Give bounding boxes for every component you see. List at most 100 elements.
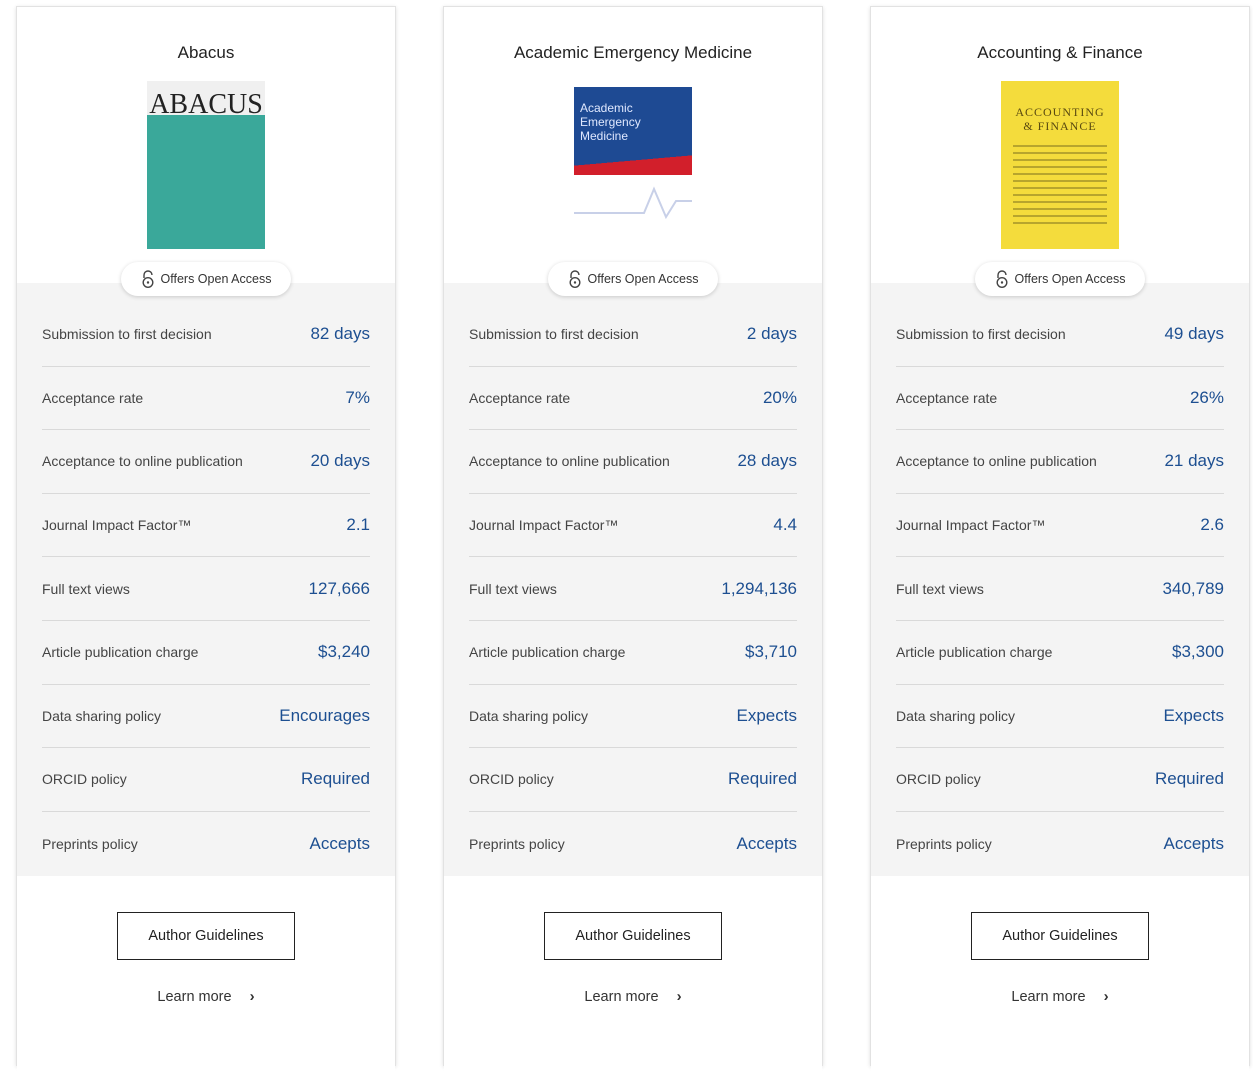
metrics-list: Submission to first decision 49 days Acce… bbox=[871, 283, 1249, 876]
journal-cover-image[interactable]: ACCOUNTING & FINANCE bbox=[1001, 81, 1119, 249]
card-header: Academic Emergency Medicine Academic Eme… bbox=[444, 7, 822, 296]
cover-masthead: ABACUS bbox=[149, 89, 263, 120]
card-footer: Author Guidelines Learn more › bbox=[871, 876, 1249, 1076]
metric-value: 1,294,136 bbox=[721, 578, 797, 598]
cover-masthead: ACCOUNTING & FINANCE bbox=[1015, 105, 1105, 133]
metric-row: Journal Impact Factor™ 2.1 bbox=[42, 494, 370, 558]
metric-value: Accepts bbox=[309, 833, 370, 853]
card-header: Abacus ABACUS Offers Open Access bbox=[17, 7, 395, 296]
card-header: Accounting & Finance ACCOUNTING & FINANC… bbox=[871, 7, 1249, 296]
metric-value: $3,300 bbox=[1172, 642, 1224, 662]
metric-value: 49 days bbox=[1164, 324, 1224, 344]
journal-card-accounting-finance: Accounting & Finance ACCOUNTING & FINANC… bbox=[870, 6, 1250, 1076]
metric-value: Accepts bbox=[1163, 833, 1224, 853]
chevron-right-icon: › bbox=[249, 988, 255, 1005]
unlock-icon bbox=[142, 270, 154, 288]
chevron-right-icon: › bbox=[1103, 988, 1109, 1005]
metric-row: Submission to first decision 49 days bbox=[896, 303, 1224, 367]
metric-row: Preprints policy Accepts bbox=[469, 812, 797, 876]
metric-label: Full text views bbox=[469, 580, 557, 597]
metric-value: 21 days bbox=[1164, 451, 1224, 471]
author-guidelines-button[interactable]: Author Guidelines bbox=[544, 912, 722, 960]
metric-row: Full text views 127,666 bbox=[42, 557, 370, 621]
cover-band: Academic Emergency Medicine bbox=[574, 87, 692, 175]
card-footer: Author Guidelines Learn more › bbox=[17, 876, 395, 1076]
unlock-icon bbox=[996, 270, 1008, 288]
metric-value: 28 days bbox=[737, 451, 797, 471]
metric-row: Acceptance rate 20% bbox=[469, 367, 797, 431]
metric-label: ORCID policy bbox=[896, 771, 981, 788]
metric-label: Submission to first decision bbox=[469, 326, 639, 343]
metric-row: Acceptance rate 26% bbox=[896, 367, 1224, 431]
metric-value: Required bbox=[1155, 769, 1224, 789]
metric-value: Expects bbox=[1163, 705, 1224, 725]
author-guidelines-button[interactable]: Author Guidelines bbox=[117, 912, 295, 960]
metric-row: Data sharing policy Expects bbox=[469, 685, 797, 749]
journal-title[interactable]: Abacus bbox=[17, 43, 395, 63]
metric-value: 2 days bbox=[746, 324, 797, 344]
learn-more-label: Learn more bbox=[584, 988, 659, 1005]
open-access-label: Offers Open Access bbox=[587, 272, 699, 286]
metric-label: Journal Impact Factor™ bbox=[896, 517, 1046, 534]
metric-label: Submission to first decision bbox=[896, 326, 1066, 343]
card-footer: Author Guidelines Learn more › bbox=[444, 876, 822, 1076]
metric-label: Full text views bbox=[42, 580, 130, 597]
metric-row: Full text views 1,294,136 bbox=[469, 557, 797, 621]
metric-value: $3,240 bbox=[318, 642, 370, 662]
metric-label: Journal Impact Factor™ bbox=[42, 517, 192, 534]
open-access-badge: Offers Open Access bbox=[121, 262, 291, 296]
metric-label: Acceptance to online publication bbox=[896, 453, 1097, 470]
metric-label: Acceptance rate bbox=[469, 389, 571, 406]
journal-cover-image[interactable]: ABACUS bbox=[147, 81, 265, 249]
metric-value: 340,789 bbox=[1162, 578, 1224, 598]
metric-label: Acceptance rate bbox=[896, 389, 998, 406]
metric-label: Preprints policy bbox=[42, 835, 138, 852]
author-guidelines-button[interactable]: Author Guidelines bbox=[971, 912, 1149, 960]
metric-label: ORCID policy bbox=[42, 771, 127, 788]
metric-label: Acceptance to online publication bbox=[469, 453, 670, 470]
journal-title[interactable]: Academic Emergency Medicine bbox=[444, 43, 822, 63]
learn-more-link[interactable]: Learn more › bbox=[1011, 988, 1108, 1005]
heartbeat-line-icon bbox=[574, 186, 692, 220]
open-access-badge: Offers Open Access bbox=[548, 262, 718, 296]
metric-label: Journal Impact Factor™ bbox=[469, 517, 619, 534]
learn-more-link[interactable]: Learn more › bbox=[157, 988, 254, 1005]
journal-card-academic-emergency-medicine: Academic Emergency Medicine Academic Eme… bbox=[443, 6, 823, 1076]
open-access-label: Offers Open Access bbox=[160, 272, 272, 286]
journal-title[interactable]: Accounting & Finance bbox=[871, 43, 1249, 63]
open-access-badge: Offers Open Access bbox=[975, 262, 1145, 296]
metric-value: 127,666 bbox=[308, 578, 370, 598]
metric-label: Article publication charge bbox=[42, 644, 199, 661]
metric-value: 2.6 bbox=[1200, 515, 1224, 535]
learn-more-link[interactable]: Learn more › bbox=[584, 988, 681, 1005]
metric-label: Acceptance to online publication bbox=[42, 453, 243, 470]
metric-row: Journal Impact Factor™ 4.4 bbox=[469, 494, 797, 558]
metric-label: Data sharing policy bbox=[896, 707, 1016, 724]
metric-value: 20% bbox=[762, 387, 797, 407]
metric-label: Data sharing policy bbox=[42, 707, 162, 724]
metric-row: Submission to first decision 2 days bbox=[469, 303, 797, 367]
chevron-right-icon: › bbox=[676, 988, 682, 1005]
metric-row: Data sharing policy Expects bbox=[896, 685, 1224, 749]
metric-value: 82 days bbox=[310, 324, 370, 344]
metric-row: ORCID policy Required bbox=[469, 748, 797, 812]
metric-value: Expects bbox=[736, 705, 797, 725]
metric-row: Article publication charge $3,300 bbox=[896, 621, 1224, 685]
metric-value: Encourages bbox=[279, 705, 370, 725]
learn-more-label: Learn more bbox=[1011, 988, 1086, 1005]
metric-row: Preprints policy Accepts bbox=[42, 812, 370, 876]
metric-row: Acceptance to online publication 21 days bbox=[896, 430, 1224, 494]
metric-row: ORCID policy Required bbox=[896, 748, 1224, 812]
metric-value: Accepts bbox=[736, 833, 797, 853]
journal-cover-image[interactable]: Academic Emergency Medicine bbox=[574, 81, 692, 249]
metrics-list: Submission to first decision 82 days Acce… bbox=[17, 283, 395, 876]
metric-row: Acceptance rate 7% bbox=[42, 367, 370, 431]
learn-more-label: Learn more bbox=[157, 988, 232, 1005]
metrics-list: Submission to first decision 2 days Accep… bbox=[444, 283, 822, 876]
metric-value: Required bbox=[301, 769, 370, 789]
metric-row: Article publication charge $3,240 bbox=[42, 621, 370, 685]
metric-label: Preprints policy bbox=[896, 835, 992, 852]
journal-card-abacus: Abacus ABACUS Offers Open Access Submiss… bbox=[16, 6, 396, 1076]
metric-row: Preprints policy Accepts bbox=[896, 812, 1224, 876]
metric-row: ORCID policy Required bbox=[42, 748, 370, 812]
